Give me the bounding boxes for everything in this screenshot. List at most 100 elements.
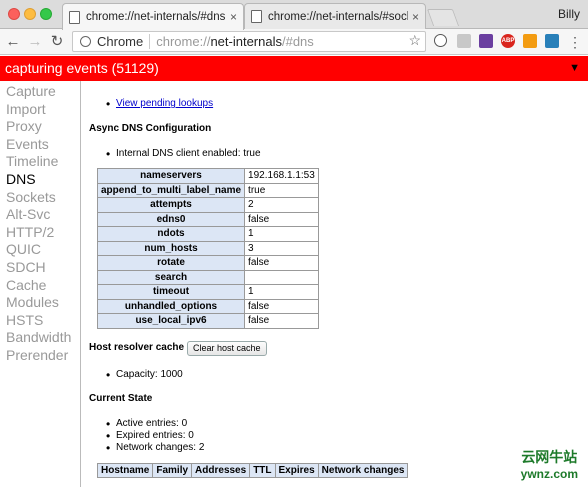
list-item: Internal DNS client enabled: true: [106, 147, 261, 161]
page-icon: [251, 10, 262, 23]
sidebar-item-cache[interactable]: Cache: [0, 277, 80, 295]
config-key: nameservers: [96, 168, 246, 184]
omnibox-chip: Chrome: [97, 34, 151, 49]
adblock-plus-icon[interactable]: ABP: [501, 34, 515, 48]
dns-config-table: nameservers 192.168.1.1:53 append_to_multi…: [96, 168, 320, 329]
config-key: timeout: [96, 284, 246, 300]
dns-panel: View pending lookups Async DNS Configura…: [89, 81, 584, 487]
column-header: Hostname: [96, 463, 154, 478]
watermark-line2: ywnz.com: [520, 467, 578, 481]
table-row: search: [96, 269, 320, 285]
screenshot-extension-icon[interactable]: [545, 34, 559, 48]
table-row: append_to_multi_label_name true: [96, 182, 320, 198]
list-item: Expired entries: 0: [106, 429, 194, 443]
table-row: rotate false: [96, 255, 320, 271]
clear-host-cache-button[interactable]: Clear host cache: [187, 341, 267, 356]
config-key: edns0: [96, 211, 246, 227]
minimize-window-button[interactable]: [24, 8, 36, 20]
sidebar-item-hsts[interactable]: HSTS: [0, 312, 80, 330]
onenote-extension-icon[interactable]: [479, 34, 493, 48]
table-row: attempts 2: [96, 197, 320, 213]
table-row: num_hosts 3: [96, 240, 320, 256]
column-header: Network changes: [317, 463, 409, 478]
zoom-window-button[interactable]: [40, 8, 52, 20]
extension-icon[interactable]: [457, 34, 471, 48]
dropdown-caret-icon[interactable]: ▼: [569, 56, 580, 81]
list-item: Network changes: 2: [106, 441, 204, 455]
sidebar-item-modules[interactable]: Modules: [0, 294, 80, 312]
sidebar-item-dns[interactable]: DNS: [0, 171, 80, 189]
config-value: 2: [244, 197, 320, 213]
close-tab-icon[interactable]: ×: [230, 10, 237, 24]
analytics-extension-icon[interactable]: [523, 34, 537, 48]
forward-icon[interactable]: →: [25, 32, 45, 52]
internal-dns-status: Internal DNS client enabled: true: [116, 148, 261, 159]
toolbar: ← → ↻ Chrome chrome://net-internals/#dns…: [0, 29, 588, 55]
back-icon[interactable]: ←: [3, 32, 23, 52]
active-entries: Active entries: 0: [116, 418, 188, 429]
capture-status-text: capturing events (51129): [5, 60, 159, 76]
capture-status-bar: capturing events (51129) ▼: [0, 56, 588, 81]
config-key: ndots: [96, 226, 246, 242]
bookmark-star-icon[interactable]: ☆: [408, 32, 421, 49]
sidebar-item-import[interactable]: Import: [0, 101, 80, 119]
sidebar-item-http2[interactable]: HTTP/2: [0, 224, 80, 242]
title-bar: chrome://net-internals/#dns × chrome://n…: [0, 0, 588, 30]
column-header: Addresses: [191, 463, 251, 478]
config-key: search: [96, 269, 246, 285]
host-cache-table: Hostname Family Addresses TTL Expires Network…: [96, 463, 409, 478]
column-header: TTL: [249, 463, 276, 478]
watermark: 云网牛站 ywnz.com: [521, 447, 578, 481]
list-item: Active entries: 0: [106, 417, 188, 431]
current-state-heading: Current State: [89, 393, 153, 404]
config-value: [244, 269, 320, 285]
sidebar-item-events[interactable]: Events: [0, 136, 80, 154]
new-tab-button[interactable]: [426, 9, 460, 26]
info-extension-icon[interactable]: [434, 34, 447, 47]
config-key: use_local_ipv6: [96, 313, 246, 329]
sidebar-item-prerender[interactable]: Prerender: [0, 347, 80, 365]
url-text[interactable]: chrome://net-internals/#dns: [150, 34, 314, 49]
sidebar-item-capture[interactable]: Capture: [0, 83, 80, 101]
view-pending-lookups-link[interactable]: View pending lookups: [116, 98, 213, 109]
menu-icon[interactable]: ⋮: [565, 32, 585, 52]
table-row: unhandled_options false: [96, 298, 320, 314]
sidebar: Capture Import Proxy Events Timeline DNS…: [0, 81, 81, 487]
profile-name[interactable]: Billy: [558, 7, 580, 21]
table-row: edns0 false: [96, 211, 320, 227]
sidebar-item-quic[interactable]: QUIC: [0, 241, 80, 259]
tab-sockets[interactable]: chrome://net-internals/#sockets ×: [244, 3, 426, 29]
omnibox[interactable]: Chrome chrome://net-internals/#dns ☆: [72, 31, 426, 52]
config-key: rotate: [96, 255, 246, 271]
sidebar-item-sdch[interactable]: SDCH: [0, 259, 80, 277]
config-value: 192.168.1.1:53: [244, 168, 320, 184]
tab-dns[interactable]: chrome://net-internals/#dns ×: [62, 3, 244, 30]
column-header: Family: [152, 463, 193, 478]
cache-capacity: Capacity: 1000: [116, 369, 183, 380]
config-value: false: [244, 255, 320, 271]
table-row: timeout 1: [96, 284, 320, 300]
sidebar-item-proxy[interactable]: Proxy: [0, 118, 80, 136]
reload-icon[interactable]: ↻: [47, 32, 67, 52]
sidebar-item-alt-svc[interactable]: Alt-Svc: [0, 206, 80, 224]
config-value: 1: [244, 284, 320, 300]
close-window-button[interactable]: [8, 8, 20, 20]
async-dns-heading: Async DNS Configuration: [89, 123, 212, 134]
config-value: 3: [244, 240, 320, 256]
list-item: Capacity: 1000: [106, 368, 183, 382]
config-value: true: [244, 182, 320, 198]
chrome-page-icon: [80, 36, 91, 47]
tab-title: chrome://net-internals/#sockets: [268, 10, 408, 23]
watermark-line1: 云网牛站: [521, 449, 578, 465]
config-value: false: [244, 313, 320, 329]
config-key: attempts: [96, 197, 246, 213]
sidebar-item-timeline[interactable]: Timeline: [0, 153, 80, 171]
close-tab-icon[interactable]: ×: [412, 10, 419, 24]
sidebar-item-bandwidth[interactable]: Bandwidth: [0, 329, 80, 347]
host-resolver-cache-heading: Host resolver cache: [89, 342, 185, 353]
table-row: use_local_ipv6 false: [96, 313, 320, 329]
config-value: false: [244, 211, 320, 227]
sidebar-item-sockets[interactable]: Sockets: [0, 189, 80, 207]
config-value: false: [244, 298, 320, 314]
tab-title: chrome://net-internals/#dns: [86, 11, 226, 23]
